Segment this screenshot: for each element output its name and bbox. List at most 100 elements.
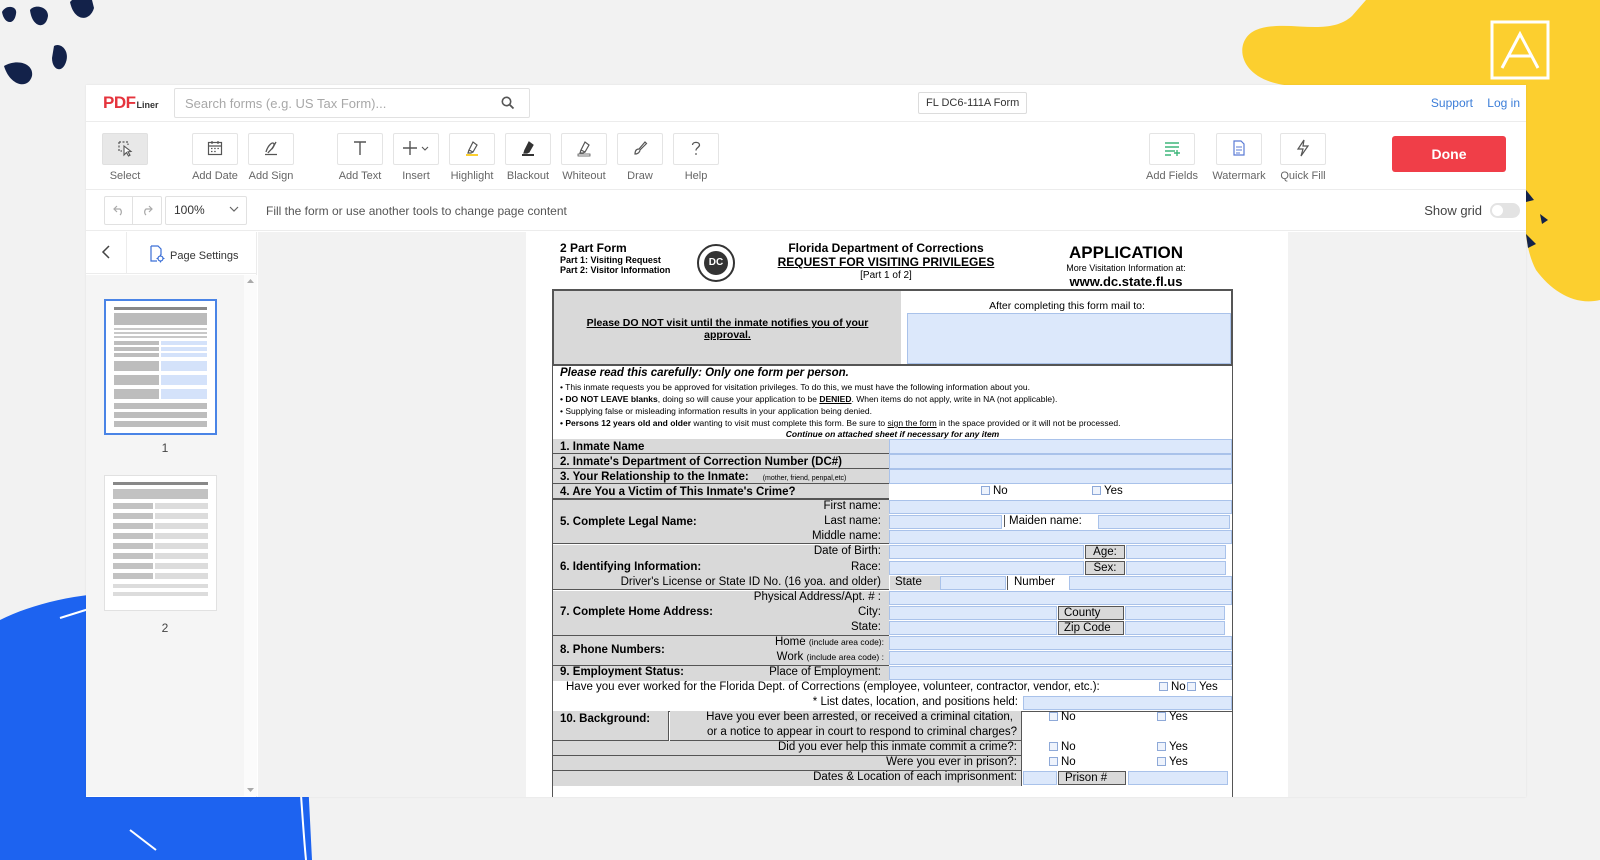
search-input[interactable] [175,89,475,117]
help-crime-yes-option[interactable]: Yes [1157,741,1188,753]
form-name-badge: FL DC6-111A Form [918,92,1028,114]
insert-tool[interactable]: Insert [388,133,444,182]
worked-yes-checkbox[interactable] [1187,682,1196,691]
thumbnail-scrollbar[interactable] [244,275,257,796]
state2-label: State: [850,621,881,633]
victim-no-checkbox[interactable] [981,486,990,495]
zip-field[interactable] [1125,621,1225,635]
victim-yes-option[interactable]: Yes [1092,485,1123,497]
employer-field[interactable] [889,666,1232,680]
quick-fill-label: Quick Fill [1280,170,1326,182]
arrested-no-checkbox[interactable] [1049,712,1058,721]
page-settings-button[interactable]: Page Settings [149,245,239,266]
highlight-tool[interactable]: Highlight [444,133,500,182]
imprisonment-dates-field[interactable] [1023,771,1057,785]
worked-no-checkbox[interactable] [1159,682,1168,691]
zoom-select[interactable]: 100% [165,196,247,225]
dob-field[interactable] [889,545,1084,559]
victim-no-option[interactable]: No [981,485,1008,497]
worked-yes-option[interactable]: Yes [1187,681,1218,693]
page-1-preview [114,307,207,427]
page-thumbnail-2[interactable] [104,475,217,611]
help-crime-yes-checkbox[interactable] [1157,742,1166,751]
victim-yes-checkbox[interactable] [1092,486,1101,495]
add-sign-tool[interactable]: Add Sign [243,133,299,182]
worked-no-option[interactable]: No [1159,681,1186,693]
race-field[interactable] [889,561,1084,575]
q3-cell: 3. Your Relationship to the Inmate: (moth… [553,469,889,484]
prison-number-field[interactable] [1128,771,1228,785]
q7-label: 7. Complete Home Address: [560,606,713,618]
prison-question: Were you ever in prison?: [886,756,1017,768]
sex-field[interactable] [1126,561,1226,575]
help-label: Help [684,170,708,182]
whiteout-label: Whiteout [562,170,606,182]
add-date-tool[interactable]: Add Date [187,133,243,182]
home-phone-field[interactable] [889,636,1232,650]
prison-yes-checkbox[interactable] [1157,757,1166,766]
work-phone-field[interactable] [889,651,1232,665]
dl-state-field[interactable] [940,576,1006,590]
dc-number-field[interactable] [889,454,1232,469]
age-field[interactable] [1126,545,1226,559]
physical-address-field[interactable] [889,591,1232,605]
prison-yes-option[interactable]: Yes [1157,756,1188,768]
last-name-field[interactable] [889,515,1002,529]
prison-number-label: Prison # [1058,771,1126,785]
add-fields-tool[interactable]: Add Fields [1144,133,1200,182]
state-field[interactable] [889,621,1057,635]
login-link[interactable]: Log in [1487,96,1520,110]
pdfliner-logo[interactable]: PDFLiner [103,93,159,113]
q1-label: 1. Inmate Name [560,441,645,453]
done-button[interactable]: Done [1392,136,1506,172]
draw-tool[interactable]: Draw [612,133,668,182]
show-grid-toggle[interactable] [1490,203,1520,218]
arrested-yes-option[interactable]: Yes [1157,711,1188,723]
inmate-name-field[interactable] [889,439,1232,454]
undo-button[interactable] [105,197,134,224]
maiden-name-field[interactable] [1098,515,1230,529]
top-bar: PDFLiner FL DC6-111A Form Support Log in [86,85,1526,122]
instruction-bullet-3: • Supplying false or misleading informat… [560,406,872,416]
help-crime-no-option[interactable]: No [1049,741,1076,753]
quick-fill-tool[interactable]: Quick Fill [1275,133,1331,182]
blackout-tool[interactable]: Blackout [500,133,556,182]
document-workspace: 2 Part Form Part 1: Visiting Request Par… [258,232,1526,797]
page-thumbnail-1[interactable] [104,299,217,435]
q5-label: 5. Complete Legal Name: [560,516,697,528]
pdf-editor-window: PDFLiner FL DC6-111A Form Support Log in… [86,85,1526,797]
whiteout-tool[interactable]: Whiteout [556,133,612,182]
arrested-yes-checkbox[interactable] [1157,712,1166,721]
q6-label: 6. Identifying Information: [560,561,702,573]
dl-number-field[interactable] [1069,576,1232,590]
arrested-question-line2: or a notice to appear in court to respon… [706,726,1017,738]
watermark-label: Watermark [1212,170,1266,182]
search-icon[interactable] [501,96,515,113]
redo-button[interactable] [133,197,161,224]
county-field[interactable] [1125,606,1225,620]
help-tool[interactable]: Help [668,133,724,182]
select-tool[interactable]: Select [97,133,153,182]
middle-name-label: Middle name: [811,530,881,542]
relationship-field[interactable] [889,469,1232,484]
website-text: www.dc.state.fl.us [1069,274,1183,289]
first-name-field[interactable] [889,500,1232,514]
arrested-no-option[interactable]: No [1049,711,1076,723]
plus-icon [402,139,430,160]
watermark-tool[interactable]: Watermark [1211,133,1267,182]
mail-to-address-field[interactable] [907,313,1231,364]
middle-name-field[interactable] [889,530,1232,544]
collapse-sidebar-button[interactable] [86,232,127,274]
support-link[interactable]: Support [1431,96,1473,110]
add-text-tool[interactable]: Add Text [332,133,388,182]
signature-icon [262,139,280,160]
page-settings-label: Page Settings [170,249,239,262]
request-title: REQUEST FOR VISITING PRIVILEGES [777,255,995,269]
positions-held-field[interactable] [1023,696,1232,710]
city-field[interactable] [889,606,1057,620]
add-fields-label: Add Fields [1146,170,1198,182]
help-crime-no-checkbox[interactable] [1049,742,1058,751]
prison-no-option[interactable]: No [1049,756,1076,768]
page-number-1: 1 [161,441,169,455]
prison-no-checkbox[interactable] [1049,757,1058,766]
